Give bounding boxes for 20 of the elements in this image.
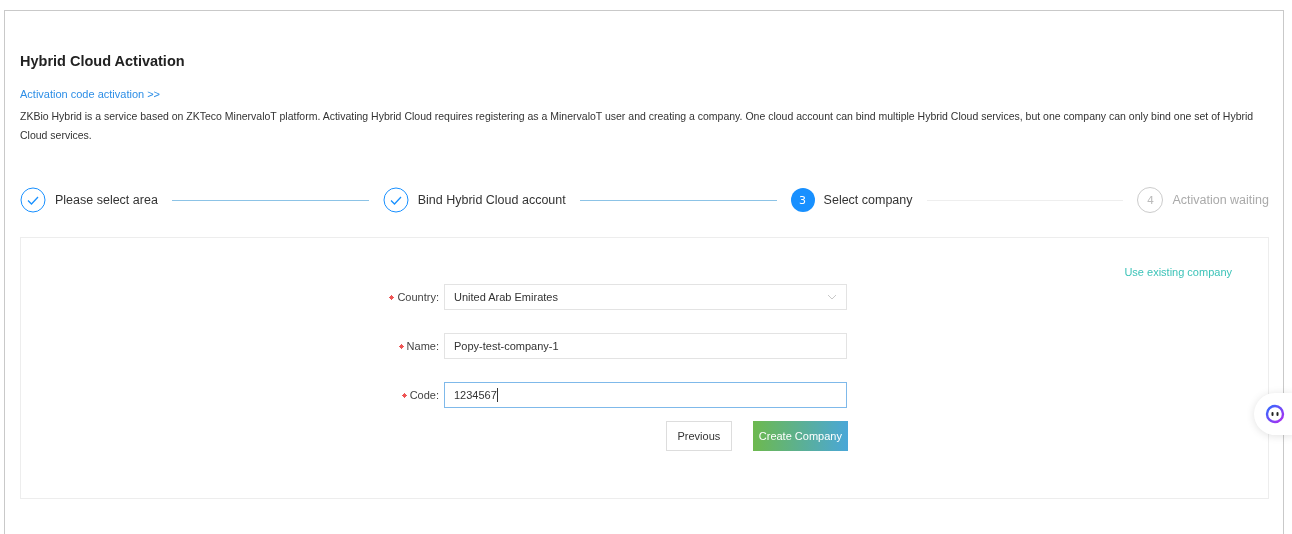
description-text: ZKBio Hybrid is a service based on ZKTeco MinervaloT platform. Activating Hybrid Cloud requires registering as a MinervaloT user and creating a company. One cloud account can bind multiple Hybrid Cloud services, but one company can only bind one set of Hybrid Cloud services. bbox=[20, 109, 1255, 143]
step-check-icon bbox=[382, 187, 409, 213]
step-label: Select company bbox=[823, 193, 913, 207]
field-label: Code: bbox=[409, 389, 439, 401]
previous-button[interactable]: Previous bbox=[666, 421, 732, 451]
step-label: Please select area bbox=[55, 193, 158, 207]
field-label: Name: bbox=[406, 340, 439, 352]
text-field[interactable]: Popy-test-company-1 bbox=[444, 333, 847, 359]
step-label: Activation waiting bbox=[1172, 193, 1269, 207]
step-number: 3 bbox=[790, 188, 815, 212]
step-label: Bind Hybrid Cloud account bbox=[417, 193, 566, 207]
country-select[interactable]: United Arab Emirates bbox=[444, 284, 847, 310]
activation-code-link[interactable]: Activation code activation >> bbox=[20, 88, 161, 100]
text-field[interactable]: 1234567 bbox=[444, 382, 847, 408]
field-label: Country: bbox=[397, 291, 439, 303]
page-title: Hybrid Cloud Activation bbox=[20, 53, 186, 69]
step-check-icon bbox=[20, 187, 46, 213]
assistant-button[interactable] bbox=[1254, 393, 1292, 435]
assistant-face-icon bbox=[1265, 404, 1285, 424]
chevron-down-icon bbox=[827, 294, 837, 300]
